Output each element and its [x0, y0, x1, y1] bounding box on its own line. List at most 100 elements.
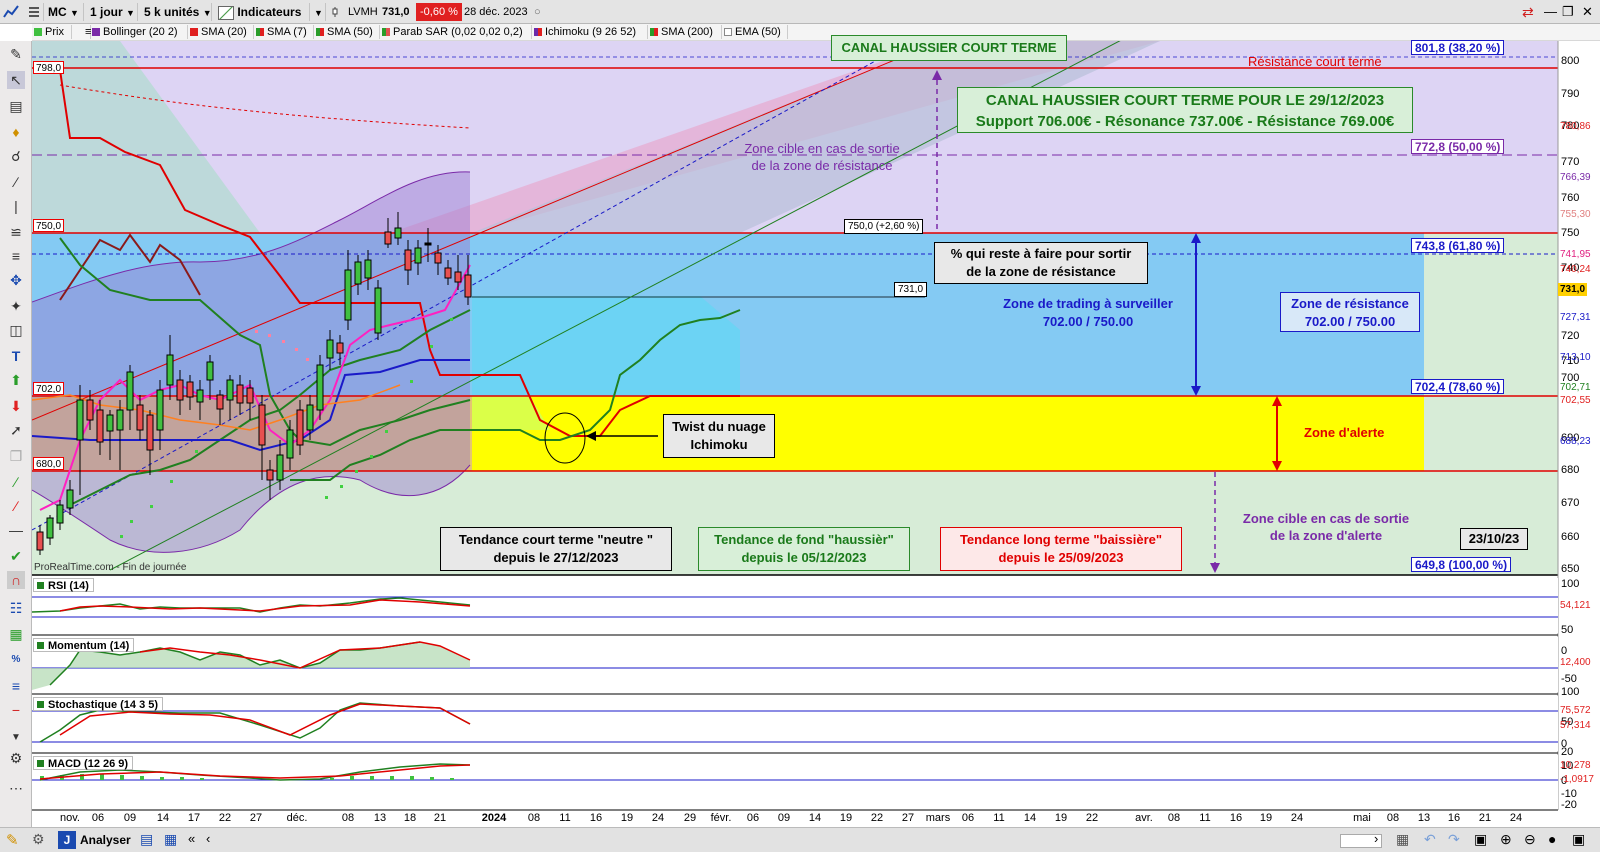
- more-options-icon[interactable]: ⋯: [7, 779, 25, 797]
- zoom-out-icon[interactable]: ⊖: [1524, 831, 1536, 848]
- stochastic-panel-label[interactable]: Stochastique (14 3 5): [33, 697, 164, 711]
- legend-item-sma7[interactable]: SMA (7): [254, 25, 314, 39]
- arrow-down-icon[interactable]: ⬇: [7, 397, 25, 415]
- trend-lines-icon[interactable]: ≌: [7, 223, 25, 241]
- settings-icon[interactable]: ⚙: [7, 749, 25, 767]
- collapse-icon[interactable]: ▼: [7, 729, 25, 747]
- refresh-icon[interactable]: ○: [534, 3, 541, 21]
- legend-swatch: [534, 28, 542, 36]
- percent-icon[interactable]: %: [7, 651, 25, 669]
- alarm-bell-icon[interactable]: ♦: [7, 123, 25, 141]
- scroll-start-icon[interactable]: «: [188, 831, 195, 846]
- minus-line-icon[interactable]: −: [7, 701, 25, 719]
- chevron-down-icon: ▼: [70, 8, 79, 18]
- chart-layout-icon[interactable]: ▦: [164, 831, 177, 848]
- ruler-icon[interactable]: ▤: [7, 97, 25, 115]
- x-tick: 27: [249, 812, 263, 824]
- line-tool-icon[interactable]: ∕: [7, 173, 25, 191]
- y-tick: 760: [1561, 192, 1580, 204]
- canal-title-box[interactable]: CANAL HAUSSIER COURT TERME: [831, 35, 1067, 61]
- minimize-icon[interactable]: —: [1544, 3, 1557, 21]
- symbol-label: MC: [48, 5, 67, 19]
- zoom-area-icon[interactable]: ▣: [1474, 831, 1487, 848]
- legend-item-sma200[interactable]: SMA (200): [648, 25, 722, 39]
- price-change-badge: -0,60 %: [416, 3, 462, 21]
- legend-item-sma50[interactable]: SMA (50): [314, 25, 380, 39]
- text-tool-icon[interactable]: T: [7, 347, 25, 365]
- undo-icon[interactable]: ↶: [1424, 831, 1436, 848]
- y-tick: 720: [1561, 330, 1580, 342]
- zoom-icon[interactable]: ☌: [7, 147, 25, 165]
- macd-panel-label[interactable]: MACD (12 26 9): [33, 756, 134, 770]
- momentum-panel-label[interactable]: Momentum (14): [33, 638, 135, 652]
- trend-long-box[interactable]: Tendance long terme "baissière" depuis l…: [940, 527, 1182, 571]
- fibonacci-icon[interactable]: ≡: [7, 247, 25, 265]
- tools-icon[interactable]: ⚙: [32, 831, 45, 848]
- arrow-tool-icon[interactable]: ➚: [7, 421, 25, 439]
- legend-item-sma20[interactable]: SMA (20): [188, 25, 254, 39]
- trend-mid-box[interactable]: Tendance de fond "haussièr" depuis le 05…: [698, 527, 910, 571]
- trash-icon[interactable]: ◫: [7, 321, 25, 339]
- zone-cible-resistance-label: Zone cible en cas de sortie de la zone d…: [744, 141, 900, 173]
- sync-icon[interactable]: ⇄: [1522, 3, 1534, 21]
- indicators-button[interactable]: Indicateurs: [214, 3, 310, 21]
- pencil-icon[interactable]: ✎: [7, 45, 25, 63]
- macd-value: 10,278: [1560, 760, 1591, 771]
- legend-list-icon[interactable]: ≡: [72, 25, 91, 39]
- macd-tick: -20: [1561, 799, 1577, 811]
- resistance-zone-box[interactable]: Zone de résistance 702.00 / 750.00: [1280, 292, 1420, 332]
- magic-wand-icon[interactable]: ✦: [7, 297, 25, 315]
- units-selector[interactable]: 5 k unités ▼: [140, 3, 212, 21]
- menu-icon[interactable]: [24, 3, 44, 21]
- scroll-right-icon[interactable]: ›: [1374, 831, 1378, 846]
- canal-info-box[interactable]: CANAL HAUSSIER COURT TERME POUR LE 29/12…: [957, 87, 1413, 133]
- move-icon[interactable]: ✥: [7, 271, 25, 289]
- channel-icon[interactable]: ▦: [7, 625, 25, 643]
- levels-icon[interactable]: ≡: [7, 677, 25, 695]
- pencil-icon[interactable]: ✎: [6, 831, 19, 849]
- scroll-left-icon[interactable]: ‹: [206, 831, 210, 846]
- date-box[interactable]: 23/10/23: [1460, 528, 1528, 550]
- rsi-panel-label[interactable]: RSI (14): [33, 578, 94, 592]
- restore-icon[interactable]: ❐: [1562, 3, 1574, 21]
- legend-item-ema50[interactable]: EMA (50): [722, 25, 788, 39]
- trend-short-box[interactable]: Tendance court terme "neutre " depuis le…: [440, 527, 672, 571]
- legend-swatch: [190, 28, 198, 36]
- legend-item-price[interactable]: Prix: [32, 25, 72, 39]
- indicators-dropdown[interactable]: ▼: [310, 3, 326, 21]
- redo-icon[interactable]: ↷: [1448, 831, 1460, 848]
- horizontal-line-icon[interactable]: —: [7, 521, 25, 539]
- legend-item-bollinger[interactable]: Bollinger (20 2): [90, 25, 188, 39]
- analyze-icon[interactable]: J: [58, 831, 76, 849]
- red-line-icon[interactable]: ∕: [7, 497, 25, 515]
- zoom-reset-icon[interactable]: ●: [1548, 831, 1556, 847]
- legend-item-ichimoku[interactable]: Ichimoku (9 26 52): [532, 25, 648, 39]
- pattern-icon[interactable]: ☷: [7, 599, 25, 617]
- price-level-38: 801,8 (38,20 %): [1411, 40, 1505, 55]
- x-tick: févr.: [710, 812, 732, 824]
- green-line-icon[interactable]: ∕: [7, 473, 25, 491]
- analyze-button[interactable]: Analyser: [80, 833, 131, 847]
- copy-icon[interactable]: ❐: [7, 447, 25, 465]
- magnet-icon[interactable]: ∩: [7, 571, 25, 589]
- units-label: 5 k unités: [144, 5, 200, 19]
- pct-remaining-box[interactable]: % qui reste à faire pour sortir de la zo…: [934, 242, 1148, 284]
- vertical-line-icon[interactable]: |: [7, 197, 25, 215]
- x-tick: 06: [961, 812, 975, 824]
- cursor-icon[interactable]: ↖: [7, 71, 25, 89]
- fullscreen-icon[interactable]: ▣: [1572, 831, 1585, 848]
- x-tick: 06: [746, 812, 760, 824]
- right-tag: 755,30: [1560, 209, 1591, 220]
- period-selector[interactable]: 1 jour ▼: [86, 3, 138, 21]
- close-icon[interactable]: ✕: [1582, 3, 1593, 21]
- checkmark-icon[interactable]: ✔: [7, 547, 25, 565]
- zoom-in-icon[interactable]: ⊕: [1500, 831, 1512, 848]
- legend-item-parab-sar[interactable]: Parab SAR (0,02 0,02 0,2): [380, 25, 532, 39]
- screener-icon[interactable]: ▤: [140, 831, 153, 848]
- ichimoku-twist-box[interactable]: Twist du nuage Ichimoku: [663, 414, 775, 458]
- fit-icon[interactable]: ▦: [1396, 831, 1409, 848]
- panel-swatch: [37, 760, 44, 767]
- symbol-selector[interactable]: MC ▼: [44, 3, 84, 21]
- arrow-up-icon[interactable]: ⬆: [7, 371, 25, 389]
- left-level-680: 680,0: [33, 457, 65, 470]
